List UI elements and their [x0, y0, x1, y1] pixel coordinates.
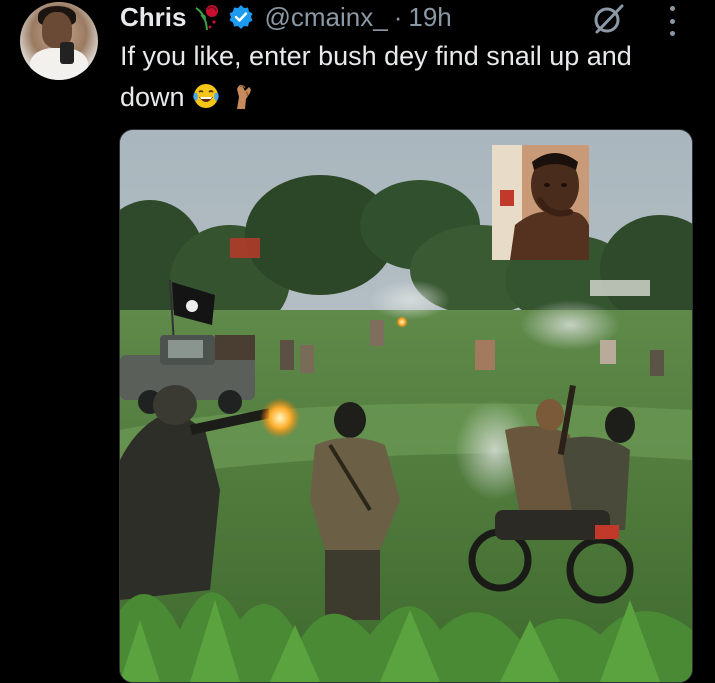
muzzle-flash [260, 398, 300, 438]
author-handle[interactable]: @cmainx_ [264, 2, 387, 33]
tweet-text: If you like, enter bush dey find snail u… [120, 36, 680, 118]
avatar[interactable] [20, 2, 98, 80]
more-dot-icon [669, 18, 675, 24]
verified-badge-icon [228, 4, 254, 30]
tears-of-joy-emoji [191, 81, 221, 111]
separator-dot: · [393, 1, 403, 32]
pinched-fingers-emoji [227, 81, 257, 111]
photo-scene [120, 130, 692, 682]
more-options-button[interactable] [664, 6, 680, 36]
avatar-phone [60, 42, 74, 64]
grok-icon[interactable] [592, 2, 626, 36]
tweet-photo[interactable] [119, 129, 693, 683]
tweet-header: Chris @cmainx_ · 19h [120, 0, 452, 34]
timestamp[interactable]: 19h [408, 2, 451, 33]
wilted-rose-icon [192, 2, 222, 32]
more-dot-icon [669, 6, 675, 11]
face-reaction-inset [492, 145, 589, 260]
author-name[interactable]: Chris [120, 2, 186, 33]
avatar-shirt [30, 48, 88, 80]
